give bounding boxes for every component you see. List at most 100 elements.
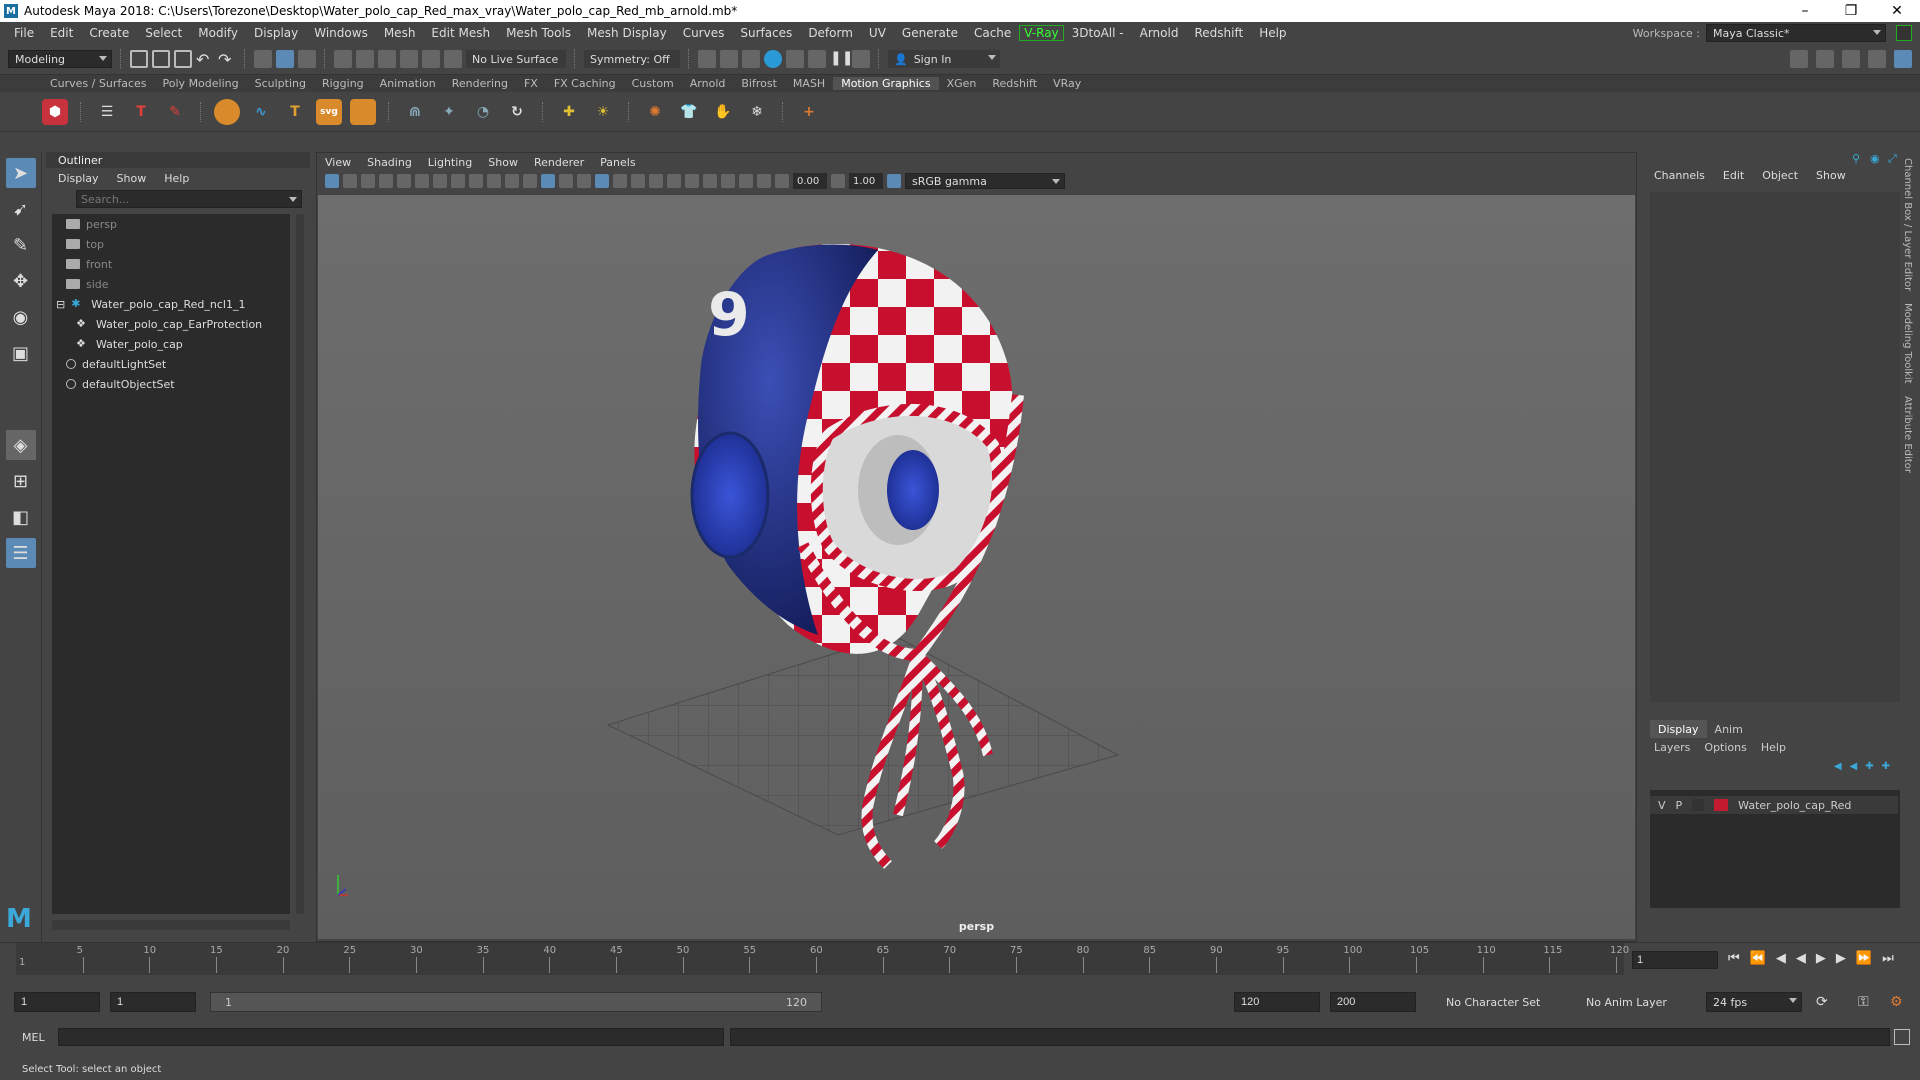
select-object-icon[interactable] [276,50,294,68]
loop-icon[interactable]: ⟳ [1816,994,1828,1010]
tool-settings-icon[interactable] [1868,50,1886,68]
maximize-button[interactable]: ❐ [1828,3,1874,19]
menu-deform[interactable]: Deform [800,26,861,40]
safe-title-icon[interactable] [505,174,519,188]
attribute-editor-icon[interactable] [1842,50,1860,68]
outliner-item[interactable]: defaultObjectSet [52,374,290,394]
paint-icon[interactable]: ✎ [162,99,188,125]
layer-visibility-toggle[interactable]: V [1658,799,1666,812]
3d-scene[interactable]: 9 persp [318,195,1635,939]
options-menu[interactable]: Options [1704,741,1746,754]
modeling-toolkit-tab[interactable]: Modeling Toolkit [1902,297,1913,390]
fps-dropdown[interactable]: 24 fps [1706,992,1802,1012]
human-ik-icon[interactable] [1816,50,1834,68]
new-layer-icon[interactable]: ✚ [1865,761,1873,772]
rotate-tool-icon[interactable]: ◉ [6,302,36,332]
viewport-menu-shading[interactable]: Shading [367,156,412,169]
wireframe-on-shaded-icon[interactable] [559,174,573,188]
animation-preferences-icon[interactable]: ⚙ [1890,994,1903,1010]
anim-layer-dropdown[interactable]: No Anim Layer [1580,992,1680,1012]
svg-icon[interactable]: svg [316,98,342,125]
layer-color-swatch[interactable] [1714,799,1729,811]
snap-surface-icon[interactable] [422,50,440,68]
menu-uv[interactable]: UV [861,26,894,40]
wireframe-icon[interactable] [523,174,537,188]
current-frame-field[interactable] [1632,951,1718,969]
shelf-tab-redshift[interactable]: Redshift [984,77,1045,90]
exposure-icon[interactable] [775,174,789,188]
outliner-menu-show[interactable]: Show [117,172,147,185]
menu-modify[interactable]: Modify [190,26,246,40]
shelf-tab-animation[interactable]: Animation [372,77,444,90]
expand-icon[interactable]: ⤢ [1888,152,1900,165]
play-forwards-icon[interactable]: ▶ [1816,951,1826,966]
character-set-dropdown[interactable]: No Character Set [1440,992,1558,1012]
command-language-label[interactable]: MEL [0,1031,56,1044]
text-tool-icon[interactable]: T [128,99,154,125]
menu-create[interactable]: Create [81,26,137,40]
menu-mesh-tools[interactable]: Mesh Tools [498,26,579,40]
xray-joints-icon[interactable] [739,174,753,188]
viewport-menu-renderer[interactable]: Renderer [534,156,584,169]
viewport-menu-panels[interactable]: Panels [600,156,635,169]
step-back-frame-icon[interactable]: ◀ [1776,951,1786,966]
layer-display-type[interactable] [1692,799,1705,811]
shadows-icon[interactable] [613,174,627,188]
outliner-item[interactable]: persp [52,214,290,234]
channels-object-menu[interactable]: Object [1762,169,1798,182]
step-forward-key-icon[interactable]: ⏩ [1856,951,1872,966]
attribute-editor-tab[interactable]: Attribute Editor [1902,390,1913,479]
shelf-tab-curves-surfaces[interactable]: Curves / Surfaces [42,77,155,90]
two-pane-layout-icon[interactable]: ◧ [6,502,36,532]
move-layer-down-icon[interactable]: ◀ [1850,761,1858,772]
shelf-tab-vray[interactable]: VRay [1045,77,1089,90]
use-all-lights-icon[interactable] [595,174,609,188]
channels-show-menu[interactable]: Show [1816,169,1846,182]
arnold-render-icon[interactable] [808,50,826,68]
snap-live-icon[interactable] [444,50,462,68]
gamma-icon[interactable] [831,174,845,188]
shelf-tab-fx[interactable]: FX [516,77,546,90]
pause-icon[interactable]: ❚❚ [830,50,853,68]
isolate-select-icon[interactable] [703,174,717,188]
snap-point-icon[interactable] [378,50,396,68]
select-component-icon[interactable] [298,50,316,68]
new-layer-selected-icon[interactable]: ✚ [1882,761,1890,772]
paint-select-tool-icon[interactable]: ✎ [6,230,36,260]
expand-toggle-icon[interactable]: ⊟ [56,298,65,311]
menu-surfaces[interactable]: Surfaces [732,26,800,40]
menu-edit-mesh[interactable]: Edit Mesh [423,26,498,40]
layer-editor-icon[interactable]: ◉ [1870,152,1882,165]
undo-icon[interactable]: ↶ [196,50,214,69]
render-settings-icon[interactable] [764,50,782,68]
layer-playback-toggle[interactable]: P [1676,799,1683,812]
bookmark-icon[interactable] [361,174,375,188]
outliner-hscrollbar[interactable] [52,920,290,930]
channel-box-layer-editor-tab[interactable]: Channel Box / Layer Editor [1902,152,1913,297]
backface-culling-icon[interactable] [757,174,771,188]
outliner-layout-icon[interactable]: ☰ [5,538,36,568]
outliner-item[interactable]: defaultLightSet [52,354,290,374]
menu-curves[interactable]: Curves [675,26,733,40]
tab-display[interactable]: Display [1650,720,1707,738]
single-pane-layout-icon[interactable]: ◈ [5,430,36,460]
type-icon[interactable]: T [282,99,308,125]
playback-start-field[interactable] [110,992,196,1012]
snap-curve-icon[interactable] [356,50,374,68]
select-tool-icon[interactable]: ➤ [5,158,36,188]
field-chart-icon[interactable] [469,174,483,188]
cube-icon[interactable] [350,98,376,125]
lasso-tool-icon[interactable]: ➹ [6,194,36,224]
shelf-tab-custom[interactable]: Custom [624,77,682,90]
time-ruler[interactable]: 1 5 10 15 20 25 30 35 40 45 50 55 60 65 70 75 80 85 90 95 10… [16,943,1629,975]
render-view-icon[interactable] [698,50,716,68]
sculpt-icon[interactable]: ✦ [436,99,462,125]
render-current-icon[interactable] [720,50,738,68]
curve-icon[interactable]: ∿ [248,99,274,125]
list-icon[interactable]: ☰ [94,99,120,125]
outliner-item[interactable]: side [52,274,290,294]
command-input[interactable] [58,1028,724,1046]
playback-end-field[interactable] [1234,992,1320,1012]
channel-box-icon[interactable] [1894,50,1912,68]
light-icon[interactable]: ☀ [590,99,616,125]
